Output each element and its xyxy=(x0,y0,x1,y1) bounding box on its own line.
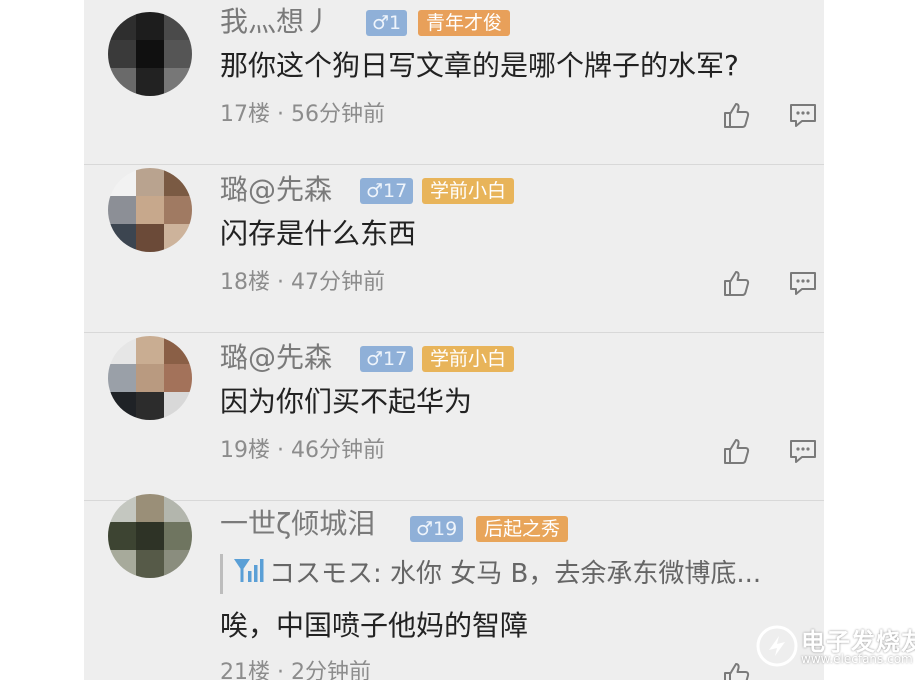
comment-meta: 17楼 · 56分钟前 xyxy=(220,102,385,127)
signal-icon xyxy=(233,555,265,595)
quoted-reply[interactable]: コスモス: 水你 女马 B，去余承东微博底... xyxy=(220,554,761,594)
comment-text: 闪存是什么东西 xyxy=(220,217,417,250)
comment-item: 璐@先森 ♂17 学前小白 闪存是什么东西 18楼 · 47分钟前 xyxy=(84,164,824,333)
comment-meta: 21楼 · 2分钟前 xyxy=(220,660,371,680)
comment-item: 璐@先森 ♂17 学前小白 因为你们买不起华为 19楼 · 46分钟前 xyxy=(84,332,824,501)
gender-badge: ♂17 xyxy=(360,346,414,372)
comment-meta: 18楼 · 47分钟前 xyxy=(220,270,385,295)
username[interactable]: 璐@先森 xyxy=(220,170,332,210)
comment-text: 那你这个狗日写文章的是哪个牌子的水军? xyxy=(220,49,739,82)
comment-list: 我灬想丿 ♂1 青年才俊 那你这个狗日写文章的是哪个牌子的水军? 17楼 · 5… xyxy=(84,0,824,680)
thumbs-up-icon[interactable] xyxy=(722,660,752,680)
comment-text: 唉，中国喷子他妈的智障 xyxy=(220,609,529,642)
level-badge: 后起之秀 xyxy=(476,516,569,542)
comment-text: 因为你们买不起华为 xyxy=(220,385,473,418)
gender-badge: ♂1 xyxy=(366,10,408,36)
username[interactable]: 我灬想丿 xyxy=(220,2,332,42)
gender-badge: ♂19 xyxy=(410,516,464,542)
avatar[interactable] xyxy=(108,168,192,252)
username[interactable]: 一世ζ倾城泪 xyxy=(220,504,375,544)
gender-badge: ♂17 xyxy=(360,178,414,204)
watermark-url: www.elecfans.com xyxy=(801,652,913,666)
thumbs-up-icon[interactable] xyxy=(722,100,752,130)
comment-meta: 19楼 · 46分钟前 xyxy=(220,438,385,463)
watermark: 电子发烧友 www.elecfans.com xyxy=(755,620,915,672)
comment-icon[interactable] xyxy=(788,100,818,130)
thumbs-up-icon[interactable] xyxy=(722,268,752,298)
elecfans-logo-icon xyxy=(755,624,799,668)
avatar[interactable] xyxy=(108,494,192,578)
comment-icon[interactable] xyxy=(788,268,818,298)
level-badge: 学前小白 xyxy=(422,346,515,372)
thumbs-up-icon[interactable] xyxy=(722,436,752,466)
comment-icon[interactable] xyxy=(788,436,818,466)
level-badge: 青年才俊 xyxy=(418,10,511,36)
avatar[interactable] xyxy=(108,12,192,96)
username[interactable]: 璐@先森 xyxy=(220,338,332,378)
comment-item: 我灬想丿 ♂1 青年才俊 那你这个狗日写文章的是哪个牌子的水军? 17楼 · 5… xyxy=(84,0,824,165)
quoted-text: コスモス: 水你 女马 B，去余承东微博底... xyxy=(269,559,762,589)
avatar[interactable] xyxy=(108,336,192,420)
level-badge: 学前小白 xyxy=(422,178,515,204)
